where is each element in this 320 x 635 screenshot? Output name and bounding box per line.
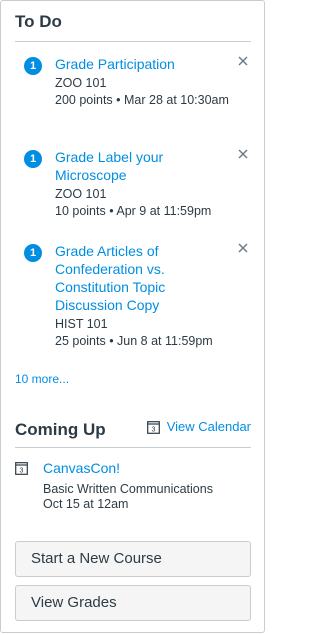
todo-item-link[interactable]: Grade Participation <box>55 55 229 73</box>
todo-item-meta: 10 points • Apr 9 at 11:59pm <box>55 204 212 218</box>
todo-item-meta: 200 points • Mar 28 at 10:30am <box>55 93 229 107</box>
close-icon[interactable] <box>237 55 249 67</box>
coming-up-divider <box>15 447 251 448</box>
coming-up-item-date: Oct 15 at 12am <box>43 497 129 511</box>
todo-item-course: ZOO 101 <box>55 76 107 90</box>
calendar-icon: 3 <box>146 420 160 434</box>
coming-up-item-link[interactable]: CanvasCon! <box>43 459 213 477</box>
todo-count-badge: 1 <box>24 244 42 262</box>
calendar-icon-day: 3 <box>20 468 24 475</box>
view-calendar-link[interactable]: 3 View Calendar <box>146 419 251 434</box>
todo-item-meta: 25 points • Jun 8 at 11:59pm <box>55 334 213 348</box>
view-grades-button[interactable]: View Grades <box>15 585 251 621</box>
coming-up-item-course: Basic Written Communications <box>43 482 213 496</box>
sidebar-panel: To Do 1 Grade Participation ZOO 101 200 … <box>0 0 265 633</box>
todo-item-link[interactable]: Grade Label your Microscope <box>55 148 229 184</box>
calendar-icon-day: 3 <box>151 426 155 433</box>
todo-more-link[interactable]: 10 more... <box>15 372 69 386</box>
coming-up-heading: Coming Up <box>15 420 106 439</box>
calendar-icon: 3 <box>15 462 28 475</box>
close-icon[interactable] <box>237 242 249 254</box>
todo-item-course: ZOO 101 <box>55 187 107 201</box>
todo-count-badge: 1 <box>24 57 42 75</box>
todo-heading: To Do <box>15 12 62 31</box>
todo-count-badge: 1 <box>24 150 42 168</box>
view-calendar-label[interactable]: View Calendar <box>167 419 251 434</box>
todo-item-course: HIST 101 <box>55 317 108 331</box>
start-new-course-button[interactable]: Start a New Course <box>15 541 251 577</box>
todo-divider <box>15 41 251 42</box>
todo-item-link[interactable]: Grade Articles of Confederation vs. Cons… <box>55 242 229 314</box>
close-icon[interactable] <box>237 148 249 160</box>
